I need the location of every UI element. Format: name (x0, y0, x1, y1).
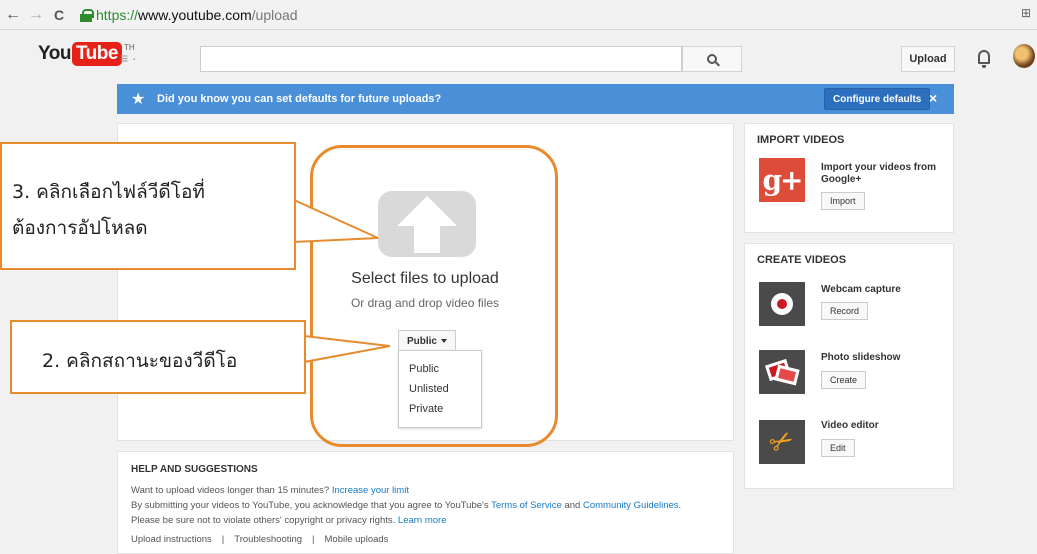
notifications-bell-icon[interactable] (978, 50, 990, 68)
url-path: /upload (251, 6, 298, 23)
webcam-tile (759, 282, 805, 326)
callout-step2: 2. คลิกสถานะของวีดีโอ (10, 320, 306, 394)
back-arrow-icon[interactable]: ← (3, 5, 23, 25)
slideshow-tile (759, 350, 805, 394)
help-terms-text: By submitting your videos to YouTube, yo… (131, 500, 489, 511)
mobile-uploads-link[interactable]: Mobile uploads (325, 534, 389, 545)
callout-step3: 3. คลิกเลือกไฟล์วีดีโอที่ ต้องการอัปโหลด (0, 142, 296, 270)
create-videos-title: CREATE VIDEOS (757, 254, 847, 266)
help-line-limit: Want to upload videos longer than 15 min… (131, 485, 409, 496)
help-copyright-text: Please be sure not to violate others' co… (131, 515, 396, 526)
defaults-notice-bar: ★ Did you know you can set defaults for … (117, 84, 954, 114)
upload-button[interactable]: Upload (901, 46, 955, 72)
callout-step2-text: 2. คลิกสถานะของวีดีโอ (42, 350, 238, 372)
site-header: You Tube TH ≡ · Upload (0, 38, 1037, 78)
logo-you: You (38, 43, 71, 64)
photo-frame-b (774, 364, 800, 386)
troubleshooting-link[interactable]: Troubleshooting (234, 534, 302, 545)
import-videos-title: IMPORT VIDEOS (757, 134, 845, 146)
community-guidelines-link[interactable]: Community Guidelines (583, 500, 679, 511)
callout-step3-line1: 3. คลิกเลือกไฟล์วีดีโอที่ (12, 181, 205, 203)
callout-step3-line2: ต้องการอัปโหลด (12, 217, 148, 239)
webcam-capture-label: Webcam capture (821, 284, 901, 295)
video-editor-label: Video editor (821, 420, 879, 431)
help-terms-period: . (678, 500, 682, 511)
editor-tile: ✂ (759, 420, 805, 464)
help-panel: HELP AND SUGGESTIONS Want to upload vide… (117, 451, 734, 554)
photos-icon (759, 350, 805, 394)
logo-tube: Tube (71, 42, 122, 66)
upload-instructions-link[interactable]: Upload instructions (131, 534, 212, 545)
import-videos-card: IMPORT VIDEOS g+ Import your videos from… (744, 123, 954, 233)
help-line-terms: By submitting your videos to YouTube, yo… (131, 500, 681, 511)
create-slideshow-button[interactable]: Create (821, 371, 867, 389)
callout-step3-text: 3. คลิกเลือกไฟล์วีดีโอที่ ต้องการอัปโหลด (12, 174, 205, 246)
help-line-copyright: Please be sure not to violate others' co… (131, 515, 447, 526)
import-button[interactable]: Import (821, 192, 865, 210)
avatar[interactable] (1013, 44, 1035, 68)
help-title: HELP AND SUGGESTIONS (131, 464, 258, 475)
lock-icon (80, 8, 94, 22)
forward-arrow-icon[interactable]: → (26, 5, 46, 25)
search-input[interactable] (200, 46, 682, 72)
close-icon[interactable]: × (929, 90, 937, 106)
help-limit-text: Want to upload videos longer than 15 min… (131, 485, 330, 496)
search-icon (707, 54, 717, 64)
increase-limit-link[interactable]: Increase your limit (332, 485, 409, 496)
import-google-plus-text: Import your videos from Google+ (821, 162, 937, 185)
guide-menu-icon[interactable]: ≡ · (120, 50, 137, 66)
help-terms-and: and (564, 500, 581, 511)
google-plus-icon: g+ (759, 158, 805, 202)
link-separator: | (221, 534, 225, 545)
url-host: www.youtube.com (138, 6, 252, 23)
callout-pointer-step2 (303, 334, 390, 364)
configure-defaults-button[interactable]: Configure defaults (824, 88, 931, 110)
edit-button[interactable]: Edit (821, 439, 855, 457)
record-button[interactable]: Record (821, 302, 869, 320)
url-scheme: https:// (96, 6, 139, 23)
notice-text: Did you know you can set defaults for fu… (157, 93, 442, 105)
create-videos-card: CREATE VIDEOS Webcam capture Record Phot… (744, 243, 954, 489)
help-links: Upload instructions | Troubleshooting | … (131, 534, 388, 545)
terms-of-service-link[interactable]: Terms of Service (491, 500, 562, 511)
address-bar[interactable]: https:// www.youtube.com /upload (80, 3, 1000, 26)
record-icon (771, 293, 793, 315)
callout-pointer-step3 (293, 198, 379, 244)
star-icon: ★ (131, 91, 146, 108)
photo-slideshow-label: Photo slideshow (821, 352, 901, 363)
search-button[interactable] (682, 46, 742, 72)
extensions-icon[interactable]: ⊞ (1021, 6, 1031, 20)
scissors-icon: ✂ (763, 422, 800, 461)
link-separator: | (312, 534, 315, 545)
reload-icon[interactable]: C (49, 5, 69, 25)
learn-more-link[interactable]: Learn more (398, 515, 447, 526)
browser-toolbar: ← → C https:// www.youtube.com /upload ⊞ (0, 0, 1037, 30)
